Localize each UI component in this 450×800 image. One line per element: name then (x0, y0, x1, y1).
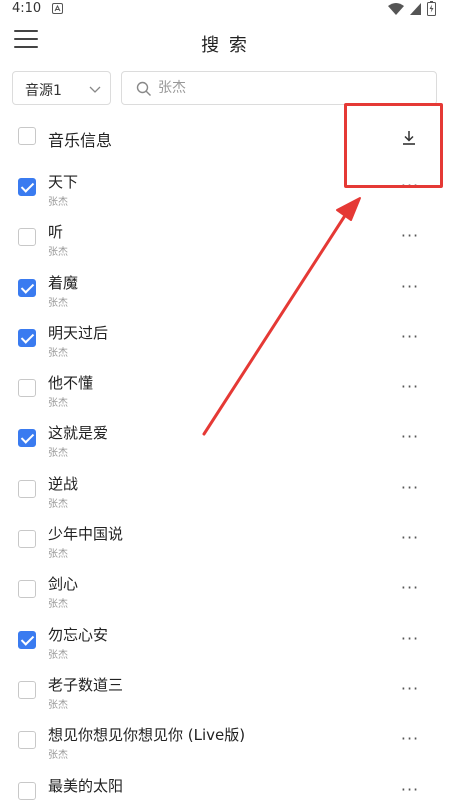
song-checkbox[interactable] (18, 228, 36, 247)
song-artist: 张杰 (48, 247, 68, 259)
song-artist: 张杰 (48, 347, 68, 359)
song-row[interactable]: 勿忘心安张杰 ··· (0, 618, 450, 668)
song-title: 明天过后 (48, 323, 109, 342)
song-artist: 张杰 (48, 448, 68, 460)
more-horizontal-icon[interactable]: ··· (400, 478, 420, 498)
song-row[interactable]: 他不懂张杰 ··· (0, 366, 450, 416)
song-row[interactable]: 剑心张杰 ··· (0, 567, 450, 617)
song-title: 这就是爱 (48, 424, 109, 443)
status-bar: 4:10 (0, 0, 450, 20)
list-header-label: 音乐信息 (48, 131, 113, 150)
chevron-down-icon (89, 86, 101, 93)
song-list: 天下 张杰 ··· 听张杰 ··· 着魔 张杰 ··· 明天过后 张杰 ··· 他不懂 张杰 ··· 这就是… (0, 165, 450, 800)
status-time: 4:10 (12, 1, 42, 16)
search-input[interactable] (158, 76, 428, 100)
source-select-value: 音源1 (25, 83, 62, 99)
song-artist: 张杰 (48, 797, 68, 800)
search-icon (136, 81, 151, 96)
more-horizontal-icon[interactable]: ··· (400, 780, 420, 800)
song-artist: 张杰 (48, 549, 68, 561)
more-horizontal-icon[interactable]: ··· (400, 226, 420, 246)
song-checkbox[interactable] (18, 379, 36, 398)
song-checkbox[interactable] (18, 781, 36, 800)
more-horizontal-icon[interactable]: ··· (400, 277, 420, 297)
more-horizontal-icon[interactable]: ··· (400, 176, 420, 196)
more-horizontal-icon[interactable]: ··· (400, 729, 420, 749)
song-title: 着魔 (48, 273, 79, 292)
song-checkbox[interactable] (18, 278, 36, 297)
more-horizontal-icon[interactable]: ··· (400, 377, 420, 397)
song-artist: 张杰 (48, 197, 68, 208)
song-checkbox[interactable] (18, 731, 36, 750)
song-row[interactable]: 着魔张杰 ··· (0, 266, 450, 316)
select-all-checkbox[interactable] (18, 127, 36, 145)
song-checkbox[interactable] (18, 328, 36, 347)
more-horizontal-icon[interactable]: ··· (400, 427, 420, 447)
song-title: 老子数道三 (48, 675, 124, 694)
notification-icon (52, 3, 63, 14)
song-checkbox[interactable] (18, 479, 36, 498)
song-artist: 张杰 (48, 699, 68, 711)
song-checkbox[interactable] (18, 680, 36, 699)
battery-icon (427, 1, 436, 16)
song-row[interactable]: 想见你想见你想见你 (Live版) 张杰 ··· (0, 718, 450, 768)
song-row[interactable]: 老子数道三张杰 ··· (0, 668, 450, 718)
song-checkbox[interactable] (18, 630, 36, 649)
song-checkbox[interactable] (18, 178, 36, 196)
song-checkbox[interactable] (18, 429, 36, 448)
song-artist: 张杰 (48, 649, 68, 661)
song-row[interactable]: 听张杰 ··· (0, 215, 450, 265)
song-title: 剑心 (48, 575, 79, 594)
song-row[interactable]: 最美的太阳张杰 ··· (0, 769, 450, 800)
song-title: 勿忘心安 (48, 625, 109, 644)
song-artist: 张杰 (48, 498, 68, 510)
signal-icon (410, 3, 421, 15)
song-title: 天下 (48, 173, 79, 191)
more-horizontal-icon[interactable]: ··· (400, 528, 420, 548)
more-horizontal-icon[interactable]: ··· (400, 578, 420, 598)
song-row[interactable]: 少年中国说张杰 ··· (0, 517, 450, 567)
song-title: 想见你想见你想见你 (Live版) (48, 726, 246, 745)
list-header: 音乐信息 (0, 118, 450, 156)
song-row[interactable]: 天下张杰 ··· (0, 165, 450, 215)
source-select[interactable]: 音源1 (12, 71, 111, 105)
song-title: 最美的太阳 (48, 776, 124, 795)
song-checkbox[interactable] (18, 580, 36, 599)
song-artist: 张杰 (48, 398, 68, 410)
song-title: 少年中国说 (48, 525, 124, 544)
more-horizontal-icon[interactable]: ··· (400, 629, 420, 649)
search-box[interactable] (121, 71, 437, 105)
song-row[interactable]: 明天过后张杰 ··· (0, 316, 450, 366)
song-artist: 张杰 (48, 297, 68, 309)
song-row[interactable]: 这就是爱张杰 ··· (0, 416, 450, 466)
page-title: 搜 索 (201, 35, 249, 56)
song-artist: 张杰 (48, 750, 68, 762)
more-horizontal-icon[interactable]: ··· (400, 327, 420, 347)
more-horizontal-icon[interactable]: ··· (400, 679, 420, 699)
wifi-icon (388, 3, 404, 15)
song-checkbox[interactable] (18, 530, 36, 549)
song-artist: 张杰 (48, 599, 68, 611)
download-icon[interactable] (398, 128, 420, 148)
app-bar: 搜 索 (0, 20, 450, 64)
song-title: 他不懂 (48, 374, 94, 393)
song-title: 听 (48, 223, 64, 242)
song-title: 逆战 (48, 474, 79, 493)
song-row[interactable]: 逆战张杰 ··· (0, 467, 450, 517)
